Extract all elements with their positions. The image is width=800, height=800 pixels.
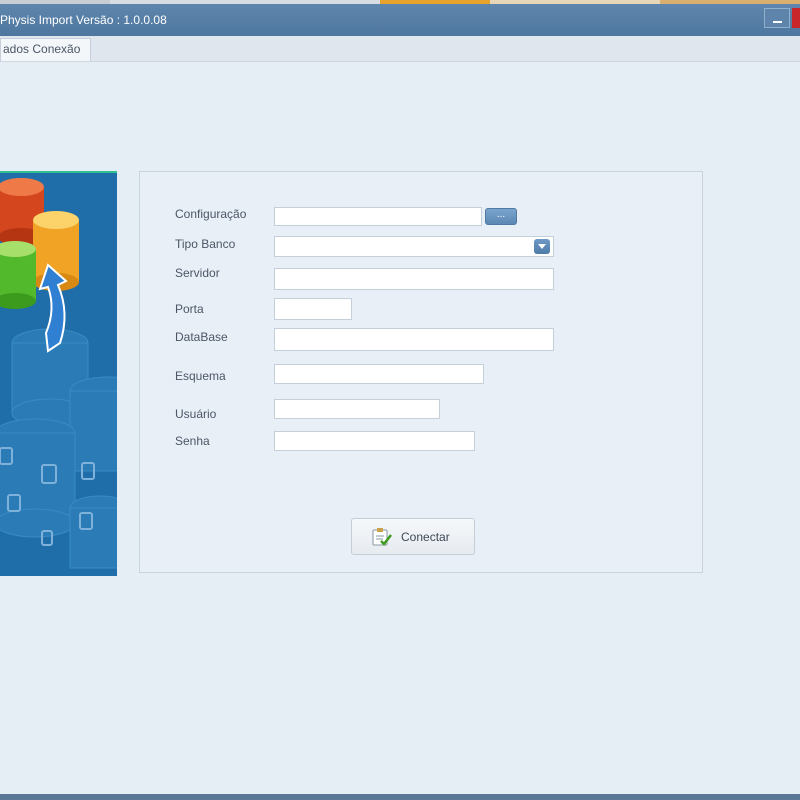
connect-checklist-icon (372, 528, 392, 546)
senha-label: Senha (175, 434, 210, 448)
minimize-icon[interactable] (764, 8, 790, 28)
connect-button-label: Conectar (401, 530, 450, 544)
porta-input[interactable] (274, 298, 352, 320)
usuario-input[interactable] (274, 399, 440, 419)
tipo-banco-select[interactable] (274, 236, 554, 257)
porta-label: Porta (175, 302, 204, 316)
status-bar (0, 794, 800, 800)
chevron-down-icon[interactable] (534, 239, 550, 254)
esquema-input[interactable] (274, 364, 484, 384)
servidor-label: Servidor (175, 266, 220, 280)
window-title: Physis Import Versão : 1.0.0.08 (0, 13, 167, 27)
database-import-illustration (0, 171, 117, 576)
close-icon[interactable] (792, 8, 800, 28)
database-input[interactable] (274, 328, 554, 351)
tab-label: ados Conexão (3, 42, 81, 56)
usuario-label: Usuário (175, 407, 217, 421)
browse-button-label: ... (496, 209, 506, 220)
tab-dados-conexao[interactable]: ados Conexão (0, 38, 91, 61)
tab-strip: ados Conexão (0, 36, 800, 62)
browse-button[interactable]: ... (485, 208, 517, 225)
senha-input[interactable] (274, 431, 475, 451)
title-bar: Physis Import Versão : 1.0.0.08 (0, 4, 800, 36)
esquema-label: Esquema (175, 369, 226, 383)
database-illustration-icon (0, 178, 117, 569)
database-label: DataBase (175, 330, 228, 344)
tipo-banco-label: Tipo Banco (175, 237, 236, 251)
configuracao-label: Configuração (175, 207, 247, 221)
servidor-input[interactable] (274, 268, 554, 290)
connect-button[interactable]: Conectar (351, 518, 475, 555)
configuracao-input[interactable] (274, 207, 482, 226)
